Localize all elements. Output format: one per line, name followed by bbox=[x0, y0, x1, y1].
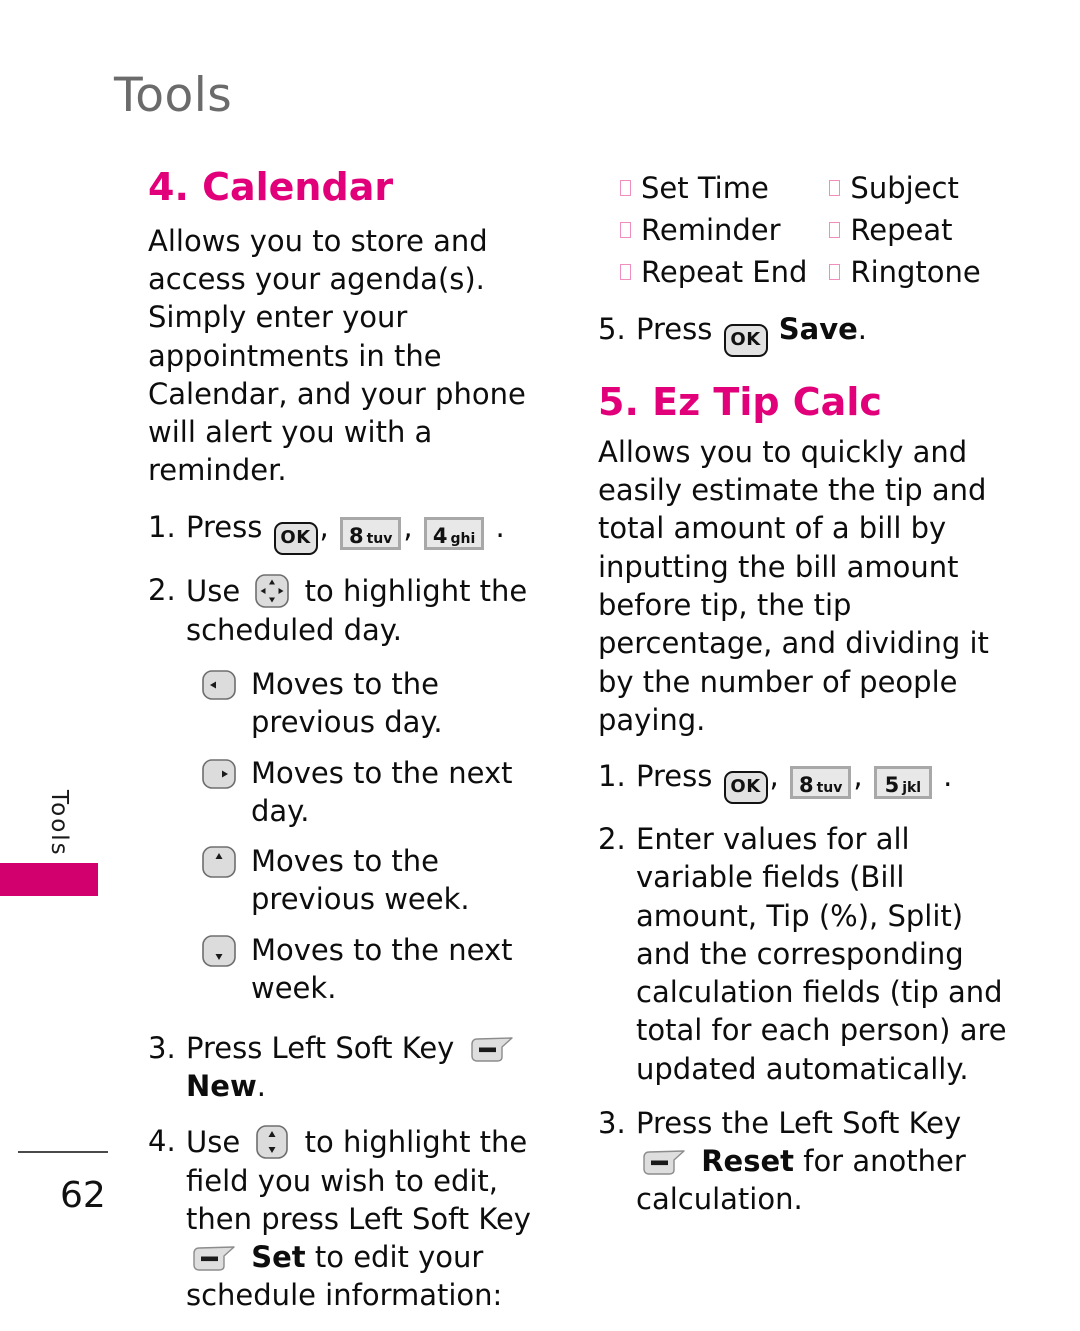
page-number: 62 bbox=[60, 1175, 106, 1216]
period: . bbox=[256, 1069, 266, 1104]
comma-separator: , bbox=[853, 759, 863, 794]
list-item-label: Set Time bbox=[641, 171, 769, 205]
footer-divider bbox=[18, 1151, 108, 1153]
number-key-5-icon[interactable]: 5 jkl bbox=[873, 766, 932, 800]
left-arrow-key-icon[interactable] bbox=[199, 665, 239, 705]
press-label: Press bbox=[636, 759, 713, 794]
calendar-intro-text: Allows you to store and access your agen… bbox=[148, 223, 526, 488]
use-label: Use bbox=[186, 573, 241, 608]
list-item-label: Ringtone bbox=[850, 255, 981, 290]
nav-legend-next-day: Moves to the next day. bbox=[148, 754, 553, 831]
step-number: 3. bbox=[598, 1105, 626, 1140]
ez-tip-step-1: 1. Press OK, 8 tuv, 5 jkl . bbox=[598, 757, 1023, 805]
comma-separator: , bbox=[769, 759, 779, 794]
nav-legend-next-week: Moves to the next week. bbox=[148, 931, 553, 1008]
step-number: 2. bbox=[598, 822, 626, 857]
left-soft-key-icon[interactable] bbox=[191, 1244, 237, 1274]
step-3-lead-text: Press Left Soft Key bbox=[186, 1031, 455, 1066]
step-number: 2. bbox=[148, 572, 176, 607]
ez-tip-step-2: 2. Enter values for all variable fields … bbox=[598, 820, 1023, 1088]
step-content: Press OK, 8 tuv, 5 jkl . bbox=[636, 757, 1023, 805]
ez-tip-calc-intro-text: Allows you to quickly and easily estimat… bbox=[598, 434, 989, 737]
right-arrow-key-icon[interactable] bbox=[199, 754, 239, 794]
step-content: Press the Left Soft Key Reset for anothe… bbox=[636, 1104, 1023, 1219]
calendar-step-4: 4. Use to highlight the field you wish t… bbox=[148, 1122, 553, 1315]
list-item-label: Repeat End bbox=[641, 255, 808, 290]
left-soft-key-icon[interactable] bbox=[469, 1035, 515, 1065]
step-content: Use to highlight the scheduled day. bbox=[186, 571, 553, 649]
save-action-label: Save bbox=[778, 312, 858, 347]
comma-separator: , bbox=[319, 509, 329, 544]
side-tab-marker bbox=[0, 863, 98, 896]
list-item-label: Subject bbox=[850, 171, 959, 205]
period: . bbox=[857, 312, 868, 347]
up-arrow-key-icon[interactable] bbox=[199, 842, 239, 882]
bullet-square-icon bbox=[620, 264, 631, 281]
nav-legend-label: Moves to the previous day. bbox=[251, 667, 443, 740]
up-down-navigation-key-icon[interactable] bbox=[252, 1122, 292, 1162]
calendar-step-1: 1. Press OK, 8 tuv, 4 ghi . bbox=[148, 508, 553, 555]
list-item-label: Repeat bbox=[850, 213, 953, 248]
calendar-step-3: 3. Press Left Soft Key New. bbox=[148, 1029, 553, 1106]
step-number: 4. bbox=[148, 1123, 176, 1158]
calendar-step-5: 5. Press OK Save. bbox=[598, 310, 1023, 358]
ez-tip-step-3: 3. Press the Left Soft Key Reset for ano… bbox=[598, 1104, 1023, 1219]
step-content: Press Left Soft Key New. bbox=[186, 1029, 553, 1106]
left-soft-key-icon[interactable] bbox=[641, 1148, 687, 1178]
page-title: Tools bbox=[114, 68, 233, 123]
right-column: Set Time Subject Reminder Repeat Repeat … bbox=[598, 168, 1023, 1235]
list-item: Reminder bbox=[620, 210, 807, 250]
list-item-label: Reminder bbox=[641, 213, 781, 248]
step-content: Press OK, 8 tuv, 4 ghi . bbox=[186, 508, 553, 555]
soft-key-action-label: Set bbox=[251, 1240, 306, 1275]
soft-key-action-label: New bbox=[186, 1069, 257, 1104]
list-item: Repeat End bbox=[620, 252, 807, 292]
step-number: 3. bbox=[148, 1031, 176, 1066]
period: . bbox=[495, 509, 505, 544]
nav-legend-label: Moves to the next day. bbox=[251, 755, 513, 828]
bullet-square-icon bbox=[620, 222, 631, 239]
step-number: 5. bbox=[598, 312, 626, 347]
bullet-square-icon bbox=[829, 180, 841, 196]
section-title-ez-tip-calc: 5. Ez Tip Calc bbox=[598, 380, 882, 425]
ok-key-icon[interactable]: OK bbox=[723, 324, 768, 358]
use-label: Use bbox=[186, 1124, 241, 1159]
number-key-8-icon[interactable]: 8 tuv bbox=[339, 516, 402, 550]
step-content: Enter values for all variable fields (Bi… bbox=[636, 822, 1007, 1086]
ok-key-icon[interactable]: OK bbox=[723, 771, 768, 805]
list-item: Set Time bbox=[620, 168, 807, 208]
nav-legend-previous-day: Moves to the previous day. bbox=[148, 665, 553, 742]
step-content: Press OK Save. bbox=[636, 310, 1023, 358]
press-label: Press bbox=[636, 312, 713, 347]
step-3-lead-text: Press the Left Soft Key bbox=[636, 1105, 962, 1140]
number-key-4-icon[interactable]: 4 ghi bbox=[423, 516, 485, 550]
comma-separator: , bbox=[403, 509, 413, 544]
section-title-calendar: 4. Calendar bbox=[148, 165, 394, 209]
list-item: Repeat bbox=[829, 210, 980, 250]
list-item: Subject bbox=[829, 168, 980, 208]
reset-action-label: Reset bbox=[701, 1144, 795, 1179]
down-arrow-key-icon[interactable] bbox=[199, 931, 239, 971]
side-tab-label: Tools bbox=[46, 790, 72, 857]
step-number: 1. bbox=[598, 759, 626, 794]
nav-legend-label: Moves to the next week. bbox=[251, 932, 513, 1005]
bullet-square-icon bbox=[829, 222, 841, 239]
bullet-square-icon bbox=[829, 264, 841, 281]
number-key-8-icon[interactable]: 8 tuv bbox=[789, 766, 852, 800]
nav-legend-previous-week: Moves to the previous week. bbox=[148, 842, 553, 919]
nav-legend-label: Moves to the previous week. bbox=[251, 844, 470, 917]
ok-key-icon[interactable]: OK bbox=[273, 521, 318, 555]
press-label: Press bbox=[186, 509, 263, 544]
bullet-square-icon bbox=[620, 180, 631, 196]
four-way-navigation-key-icon[interactable] bbox=[252, 571, 292, 611]
step-number: 1. bbox=[148, 509, 176, 544]
calendar-field-list: Set Time Subject Reminder Repeat Repeat … bbox=[598, 168, 1023, 292]
calendar-step-2: 2. Use to highlight the scheduled day. bbox=[148, 571, 553, 649]
left-column: 4. Calendar Allows you to store and acce… bbox=[148, 165, 553, 1331]
step-content: Use to highlight the field you wish to e… bbox=[186, 1122, 553, 1315]
list-item: Ringtone bbox=[829, 252, 981, 292]
period: . bbox=[943, 759, 953, 794]
